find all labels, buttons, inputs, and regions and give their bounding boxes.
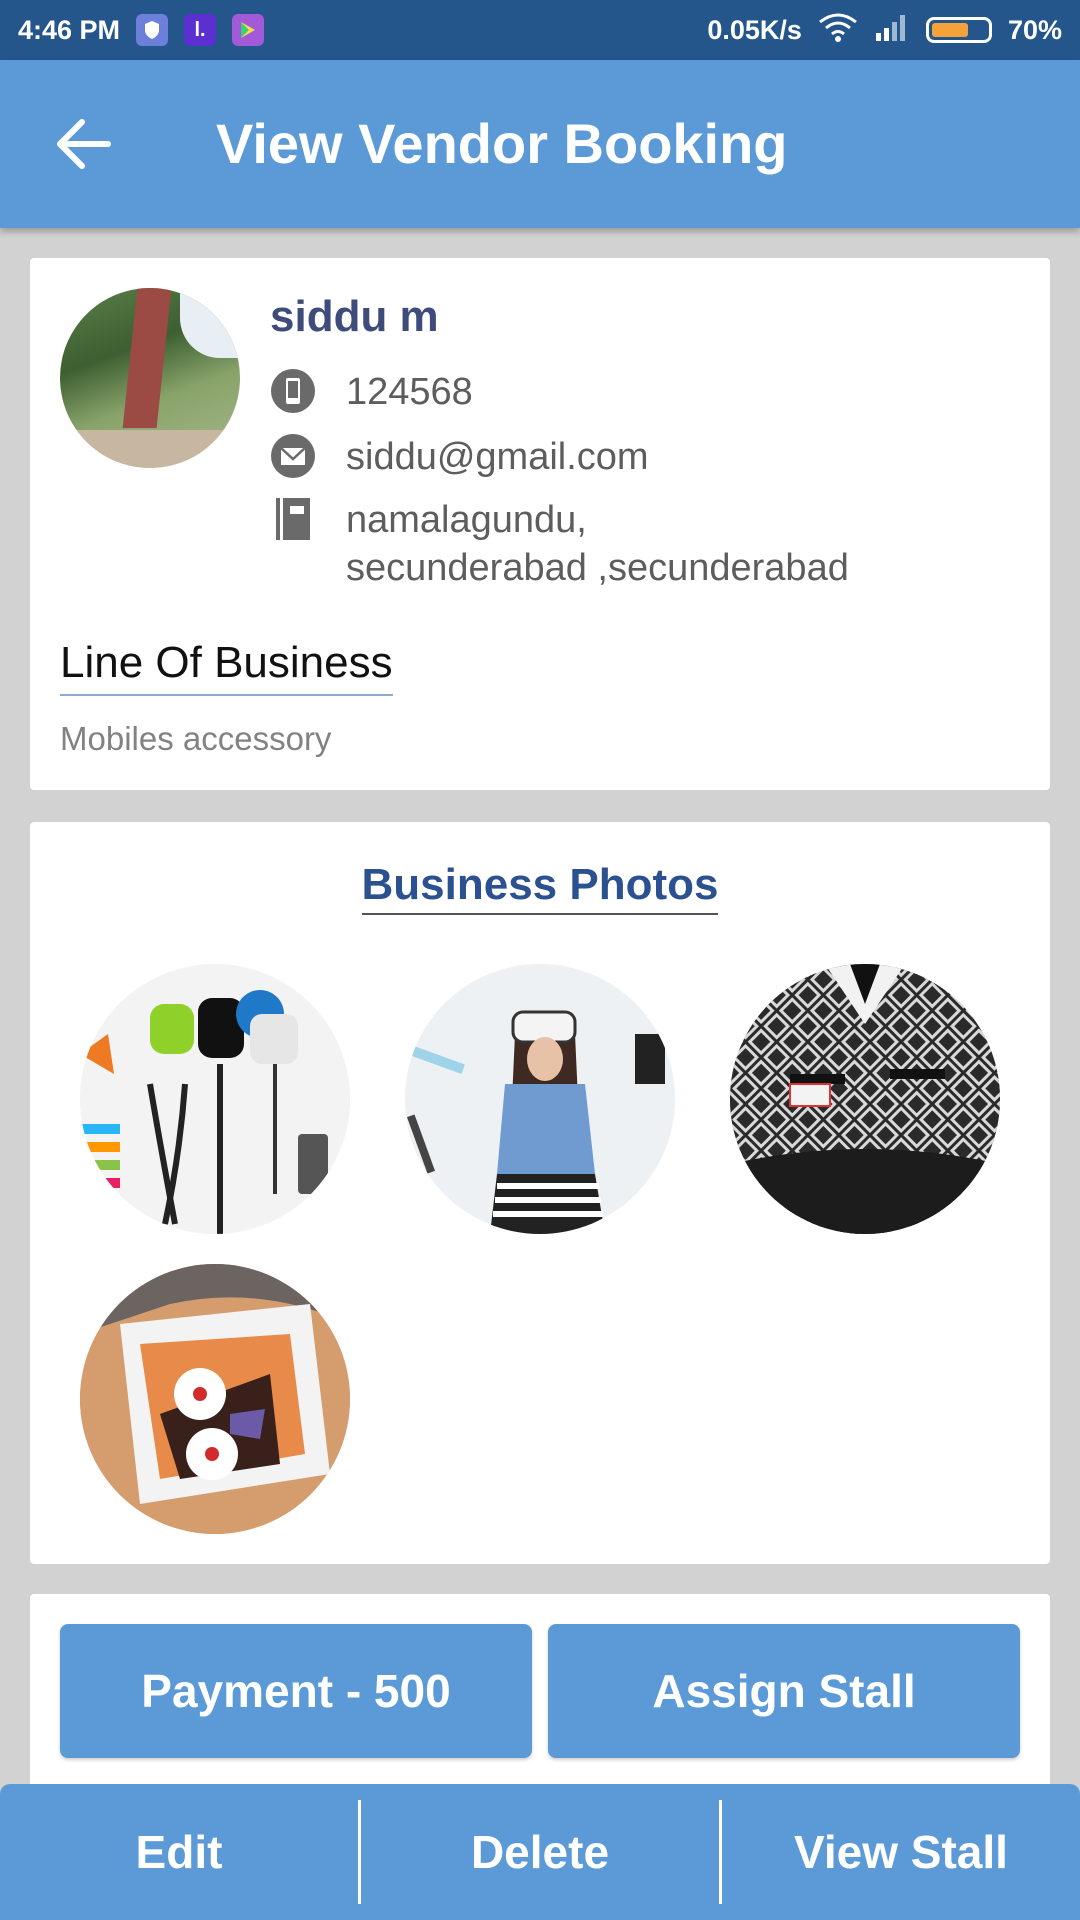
line-of-business-value: Mobiles accessory <box>60 720 332 757</box>
edit-button[interactable]: Edit <box>0 1784 358 1920</box>
bottom-action-bar: Edit Delete View Stall <box>0 1784 1080 1920</box>
delete-button[interactable]: Delete <box>361 1784 719 1920</box>
view-stall-button[interactable]: View Stall <box>722 1784 1080 1920</box>
vendor-profile-card: siddu m 124568 siddu@gmail.com namalagun… <box>30 258 1050 790</box>
status-time: 4:46 PM <box>18 14 121 45</box>
address-book-icon <box>270 496 316 542</box>
mobile-accessories-image <box>80 964 350 1234</box>
vendor-name: siddu m <box>270 292 439 341</box>
back-button[interactable] <box>52 112 124 176</box>
actions-card: Payment - 500 Assign Stall <box>30 1594 1050 1794</box>
mobile-accessories-photo[interactable] <box>80 964 350 1234</box>
shield-app-icon <box>136 14 169 46</box>
assign-stall-button[interactable]: Assign Stall <box>548 1624 1020 1758</box>
battery-icon <box>925 17 992 43</box>
phone-row: 124568 <box>270 368 473 416</box>
email-row: siddu@gmail.com <box>270 433 649 481</box>
network-speed: 0.05K/s <box>707 14 802 45</box>
avatar-ground <box>60 430 240 468</box>
address-row: namalagundu, secunderabad ,secunderabad <box>270 496 849 592</box>
play-store-icon <box>232 14 265 46</box>
status-bar: 4:46 PM l. 0.05K/s 70% <box>0 0 1080 60</box>
avatar-sky <box>180 288 240 358</box>
business-photos-title: Business Photos <box>361 860 719 915</box>
line-of-business-label: Line Of Business <box>60 638 393 696</box>
vendor-phone: 124568 <box>346 371 473 413</box>
cake-image <box>80 1264 350 1534</box>
phone-icon <box>270 368 316 414</box>
wifi-icon <box>818 12 858 49</box>
arrow-left-icon <box>57 119 111 169</box>
payment-button[interactable]: Payment - 500 <box>60 1624 532 1758</box>
vendor-avatar <box>60 288 240 468</box>
cake-photo[interactable] <box>80 1264 350 1534</box>
signal-icon <box>874 13 910 48</box>
address-line-2: secunderabad ,secunderabad <box>346 547 849 589</box>
vendor-address: namalagundu, secunderabad ,secunderabad <box>346 496 849 592</box>
vr-headset-photo[interactable] <box>405 964 675 1234</box>
vr-headset-image <box>405 964 675 1234</box>
battery-percent: 70% <box>1007 14 1062 45</box>
l-app-icon: l. <box>184 14 217 46</box>
email-icon <box>270 433 316 479</box>
address-line-1: namalagundu, <box>346 499 587 541</box>
app-bar: View Vendor Booking <box>0 60 1080 228</box>
page-title: View Vendor Booking <box>216 112 788 175</box>
vendor-email: siddu@gmail.com <box>346 436 649 478</box>
business-photos-card: Business Photos <box>30 822 1050 1564</box>
business-photos-title-wrap: Business Photos <box>30 860 1050 915</box>
jacket-image <box>730 964 1000 1234</box>
jacket-photo[interactable] <box>730 964 1000 1234</box>
battery-level-fill <box>931 23 968 37</box>
avatar-tree-trunk <box>122 288 172 428</box>
